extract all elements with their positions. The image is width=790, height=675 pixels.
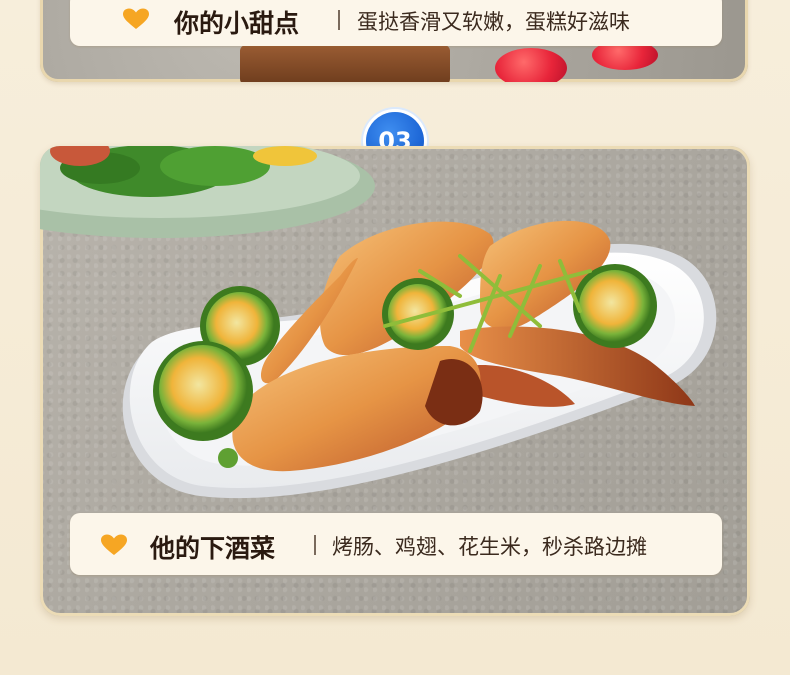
page-background: 你的小甜点 蛋挞香滑又软嫩，蛋糕好滋味 03 他的下酒菜 烤肠、鸡翅、花生米，秒… bbox=[0, 0, 790, 675]
raspberry-image bbox=[495, 48, 567, 82]
dessert-title: 你的小甜点 bbox=[174, 9, 300, 38]
heart-icon bbox=[101, 534, 127, 555]
snack-title: 他的下酒菜 bbox=[150, 534, 276, 563]
wooden-board-image bbox=[240, 45, 450, 82]
dessert-subtitle: 蛋挞香滑又软嫩，蛋糕好滋味 bbox=[357, 10, 630, 34]
heart-icon bbox=[123, 8, 149, 29]
snack-banner: 他的下酒菜 烤肠、鸡翅、花生米，秒杀路边摊 bbox=[70, 513, 722, 575]
divider bbox=[338, 10, 340, 30]
dessert-banner: 你的小甜点 蛋挞香滑又软嫩，蛋糕好滋味 bbox=[70, 0, 722, 46]
divider bbox=[314, 535, 316, 555]
snack-subtitle: 烤肠、鸡翅、花生米，秒杀路边摊 bbox=[332, 535, 647, 559]
